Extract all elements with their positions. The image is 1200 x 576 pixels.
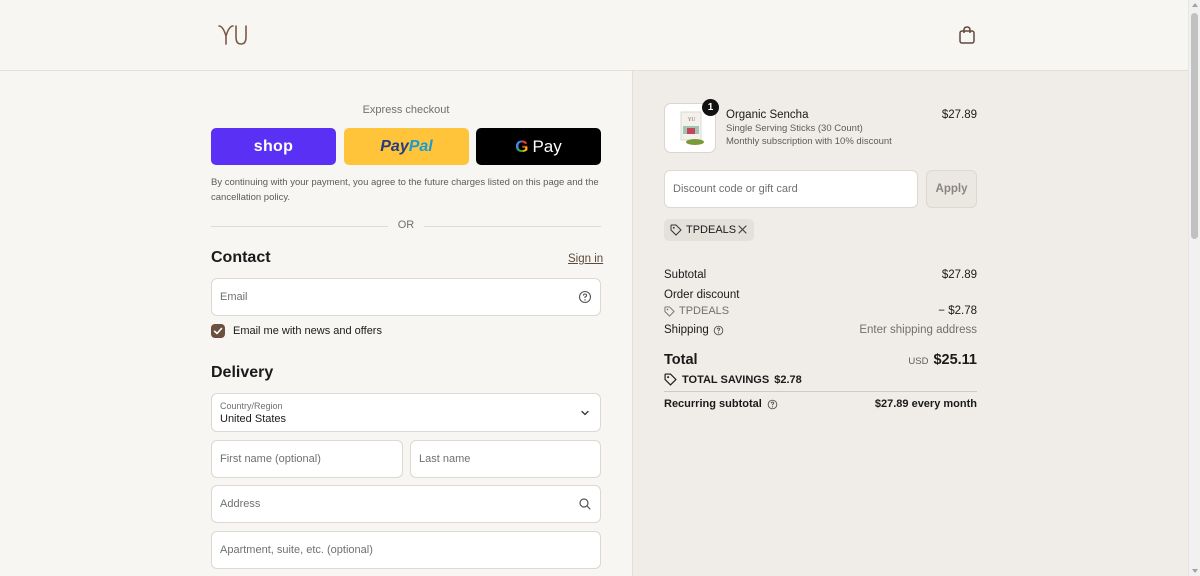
- applied-discount-chip: TPDEALS: [664, 219, 754, 241]
- scroll-up-arrow-icon[interactable]: [1192, 3, 1198, 7]
- recurring-label: Recurring subtotal: [664, 398, 762, 410]
- or-divider: OR: [211, 219, 601, 233]
- savings-value: $2.78: [774, 373, 802, 386]
- last-name-placeholder: Last name: [419, 453, 471, 465]
- google-g-icon: G: [515, 136, 529, 156]
- country-select[interactable]: Country/Region United States: [211, 393, 601, 432]
- help-circle-icon[interactable]: [713, 325, 724, 336]
- product-variant: Single Serving Sticks (30 Count): [726, 123, 863, 134]
- newsletter-label: Email me with news and offers: [233, 325, 382, 337]
- total-amount: USD $25.11: [908, 352, 977, 368]
- total-label: Total: [664, 352, 698, 368]
- last-name-field[interactable]: Last name: [410, 440, 601, 478]
- address-field[interactable]: Address: [211, 485, 601, 523]
- discount-code-row: TPDEALS: [664, 305, 729, 317]
- shop-pay-button[interactable]: shop: [211, 128, 336, 165]
- shipping-value: Enter shipping address: [859, 324, 977, 336]
- currency-code: USD: [908, 356, 929, 367]
- delivery-heading: Delivery: [211, 364, 274, 381]
- google-pay-button[interactable]: G Pay: [476, 128, 601, 165]
- payment-terms-text: By continuing with your payment, you agr…: [211, 177, 599, 203]
- checkmark-icon: [213, 327, 223, 335]
- svg-text:YU: YU: [687, 117, 696, 123]
- applied-discount-code: TPDEALS: [686, 224, 737, 236]
- total-savings: TOTAL SAVINGS $2.78: [664, 373, 802, 386]
- help-circle-icon[interactable]: [767, 399, 778, 410]
- scrollbar-thumb[interactable]: [1191, 13, 1198, 239]
- paypal-button[interactable]: Pay Pal: [344, 128, 469, 165]
- product-price: $27.89: [941, 109, 977, 121]
- tag-icon: [664, 305, 675, 317]
- email-field[interactable]: Email: [211, 278, 601, 316]
- subtotal-label: Subtotal: [664, 269, 707, 281]
- address-placeholder: Address: [220, 498, 261, 510]
- newsletter-checkbox[interactable]: [211, 324, 225, 338]
- discount-value: − $2.78: [938, 305, 977, 317]
- brand-logo[interactable]: [216, 22, 248, 48]
- discount-code-label: TPDEALS: [679, 305, 730, 317]
- tag-icon: [670, 224, 682, 236]
- site-header: [0, 0, 1188, 71]
- shipping-label: Shipping: [664, 324, 709, 336]
- shopping-bag-icon[interactable]: [958, 25, 976, 45]
- first-name-placeholder: First name (optional): [220, 453, 321, 465]
- close-icon[interactable]: [737, 224, 748, 235]
- discount-placeholder: Discount code or gift card: [673, 183, 798, 195]
- subtotal-value: $27.89: [941, 269, 977, 281]
- first-name-field[interactable]: First name (optional): [211, 440, 403, 478]
- paypal-label-pay: Pay: [380, 137, 409, 155]
- google-pay-label: Pay: [532, 136, 562, 156]
- quantity-badge: 1: [702, 99, 719, 116]
- express-checkout-label: Express checkout: [362, 104, 450, 116]
- email-placeholder: Email: [220, 291, 248, 303]
- sign-in-link[interactable]: Sign in: [568, 253, 603, 265]
- contact-heading: Contact: [211, 249, 271, 266]
- savings-label: TOTAL SAVINGS: [682, 373, 770, 386]
- page-scrollbar[interactable]: [1188, 0, 1200, 576]
- total-value: $25.11: [933, 352, 977, 368]
- or-label: OR: [397, 219, 415, 231]
- recurring-subtotal-row: Recurring subtotal: [664, 398, 778, 410]
- shop-pay-label: shop: [253, 137, 294, 155]
- product-plan: Monthly subscription with 10% discount: [726, 136, 892, 147]
- summary-divider: [664, 391, 977, 392]
- scroll-down-arrow-icon[interactable]: [1192, 569, 1198, 573]
- divider-line-right: [424, 226, 601, 227]
- tag-icon: [664, 373, 677, 386]
- order-discount-label: Order discount: [664, 289, 740, 301]
- shipping-row: Shipping: [664, 324, 724, 336]
- chevron-down-icon: [581, 410, 589, 415]
- country-label: Country/Region: [220, 401, 283, 411]
- product-name: Organic Sencha: [726, 109, 809, 121]
- country-value: United States: [220, 413, 287, 425]
- help-circle-icon[interactable]: [578, 290, 592, 304]
- apply-discount-button[interactable]: Apply: [926, 170, 977, 208]
- apartment-placeholder: Apartment, suite, etc. (optional): [220, 544, 373, 556]
- recurring-value: $27.89 every month: [874, 398, 977, 410]
- discount-code-field[interactable]: Discount code or gift card: [664, 170, 918, 208]
- search-icon: [579, 498, 591, 510]
- paypal-label-pal: Pal: [408, 137, 433, 155]
- apartment-field[interactable]: Apartment, suite, etc. (optional): [211, 531, 601, 569]
